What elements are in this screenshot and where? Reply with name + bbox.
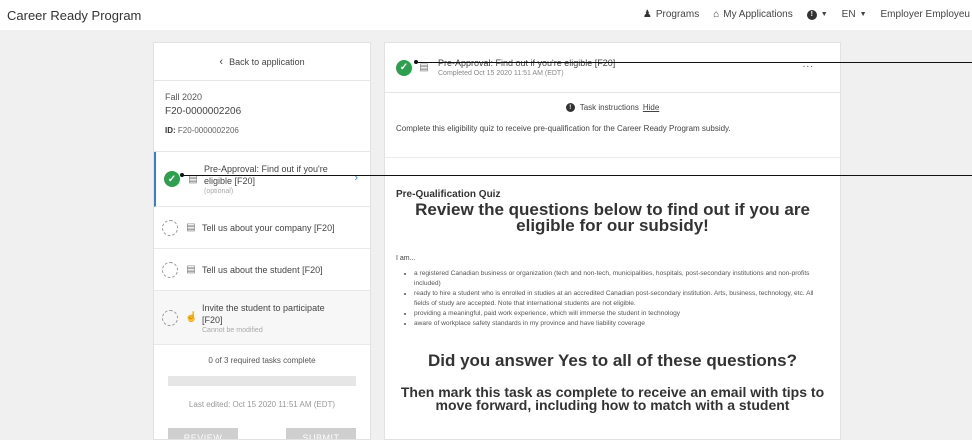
chevron-down-icon: ▼ <box>820 11 828 18</box>
info-icon: ! <box>565 103 575 112</box>
list-item: providing a meaningful, paid work experi… <box>414 309 829 319</box>
chevron-right-icon: › <box>354 172 358 184</box>
quiz-title: Pre-Qualification Quiz <box>396 189 501 200</box>
incomplete-circle-icon <box>162 261 178 278</box>
list-item: a registered Canadian business or organi… <box>414 269 829 289</box>
annotation-dot <box>414 60 418 64</box>
back-to-application-link[interactable]: ‹ Back to application <box>154 43 370 81</box>
action-buttons: REVIEW SUBMIT <box>154 428 370 439</box>
submit-button[interactable]: SUBMIT <box>286 428 356 439</box>
followup-text: Then mark this task as complete to recei… <box>400 384 825 413</box>
question-heading: Did you answer Yes to all of these quest… <box>427 351 798 370</box>
incomplete-circle-icon <box>162 309 178 326</box>
task-status-note: Cannot be modified <box>202 326 263 334</box>
top-bar: Career Ready Program ♟ Programs ⌂ My App… <box>0 0 972 30</box>
nav-programs-label: Programs <box>655 9 700 20</box>
nav-programs[interactable]: ♟ Programs <box>643 9 699 20</box>
help-menu[interactable]: ! ▼ <box>806 9 828 20</box>
task-completed-date: Completed Oct 15 2020 11:51 AM (EDT) <box>438 70 564 77</box>
annotation-dot <box>180 173 184 177</box>
task-detail-panel: ✓ ▤ Pre-Approval: Find out if you're eli… <box>384 42 841 440</box>
id-value: F20-0000002206 <box>177 126 239 135</box>
home-icon: ⌂ <box>713 9 720 20</box>
chevron-down-icon: ▼ <box>859 11 867 18</box>
user-name: Employer Employeu <box>880 9 970 20</box>
application-meta: Fall 2020 F20-0000002206 ID: F20-0000002… <box>154 81 370 152</box>
progress-summary: 0 of 3 required tasks complete <box>208 356 316 365</box>
document-icon: ▤ <box>419 62 429 73</box>
task-name: Invite the student to participate [F20] <box>202 302 325 325</box>
document-icon: ▤ <box>186 264 196 275</box>
task-invite-student[interactable]: ☝ Invite the student to participate [F20… <box>154 291 370 345</box>
id-label: ID: <box>165 126 176 135</box>
language-label: EN <box>841 9 856 20</box>
top-nav: ♟ Programs ⌂ My Applications ! ▼ EN ▼ Em… <box>629 9 970 20</box>
application-sidebar: ‹ Back to application Fall 2020 F20-0000… <box>153 42 371 440</box>
nav-my-applications[interactable]: ⌂ My Applications <box>713 9 793 20</box>
chevron-left-icon: ‹ <box>219 55 224 68</box>
task-name: Tell us about your company [F20] <box>202 222 335 233</box>
application-id: ID: F20-0000002206 <box>165 126 359 135</box>
task-instructions: ! Task instructions Hide Complete this e… <box>385 103 840 158</box>
hide-instructions-link[interactable]: Hide <box>643 103 659 112</box>
document-icon: ▤ <box>186 222 196 233</box>
last-edited: Last edited: Oct 15 2020 11:51 AM (EDT) <box>188 400 336 409</box>
quiz-content: Pre-Qualification Quiz Review the questi… <box>385 189 840 412</box>
progress-bar <box>168 376 356 386</box>
annotation-line <box>416 62 972 63</box>
list-item: aware of workplace safety standards in m… <box>414 319 829 329</box>
instructions-text: Complete this eligibility quiz to receiv… <box>396 124 731 133</box>
list-item: ready to hire a student who is enrolled … <box>414 289 829 309</box>
task-header: ✓ ▤ Pre-Approval: Find out if you're eli… <box>385 43 840 93</box>
task-title: Pre-Approval: Find out if you're eligibl… <box>438 58 616 68</box>
nav-my-applications-label: My Applications <box>723 9 793 20</box>
application-number: F20-0000002206 <box>165 106 242 117</box>
app-title[interactable]: Career Ready Program <box>7 8 141 23</box>
people-icon: ♟ <box>642 9 652 20</box>
task-status-note: (optional) <box>204 188 234 195</box>
check-circle-icon: ✓ <box>164 171 180 187</box>
quiz-heading: Review the questions below to find out i… <box>415 200 810 235</box>
thumbs-up-icon: ☝ <box>185 312 198 323</box>
annotation-line <box>182 175 972 176</box>
incomplete-circle-icon <box>162 219 178 236</box>
instructions-label: Task instructions <box>579 103 639 112</box>
task-pre-approval[interactable]: ✓ ▤ Pre-Approval: Find out if you're eli… <box>154 152 370 207</box>
task-name: Tell us about the student [F20] <box>202 264 323 275</box>
application-term: Fall 2020 <box>165 92 203 102</box>
back-label: Back to application <box>229 56 305 67</box>
check-circle-icon: ✓ <box>396 59 412 76</box>
more-options-button[interactable]: ... <box>803 59 814 70</box>
review-button[interactable]: REVIEW <box>168 428 238 439</box>
language-menu[interactable]: EN ▼ <box>842 9 867 20</box>
task-student[interactable]: ▤ Tell us about the student [F20] <box>154 249 370 291</box>
user-menu[interactable]: Employer Employeu <box>881 9 970 20</box>
eligibility-list: a registered Canadian business or organi… <box>396 269 829 329</box>
task-company[interactable]: ▤ Tell us about your company [F20] <box>154 207 370 249</box>
quiz-intro: I am... <box>396 255 416 262</box>
info-circle-icon: ! <box>806 9 817 20</box>
